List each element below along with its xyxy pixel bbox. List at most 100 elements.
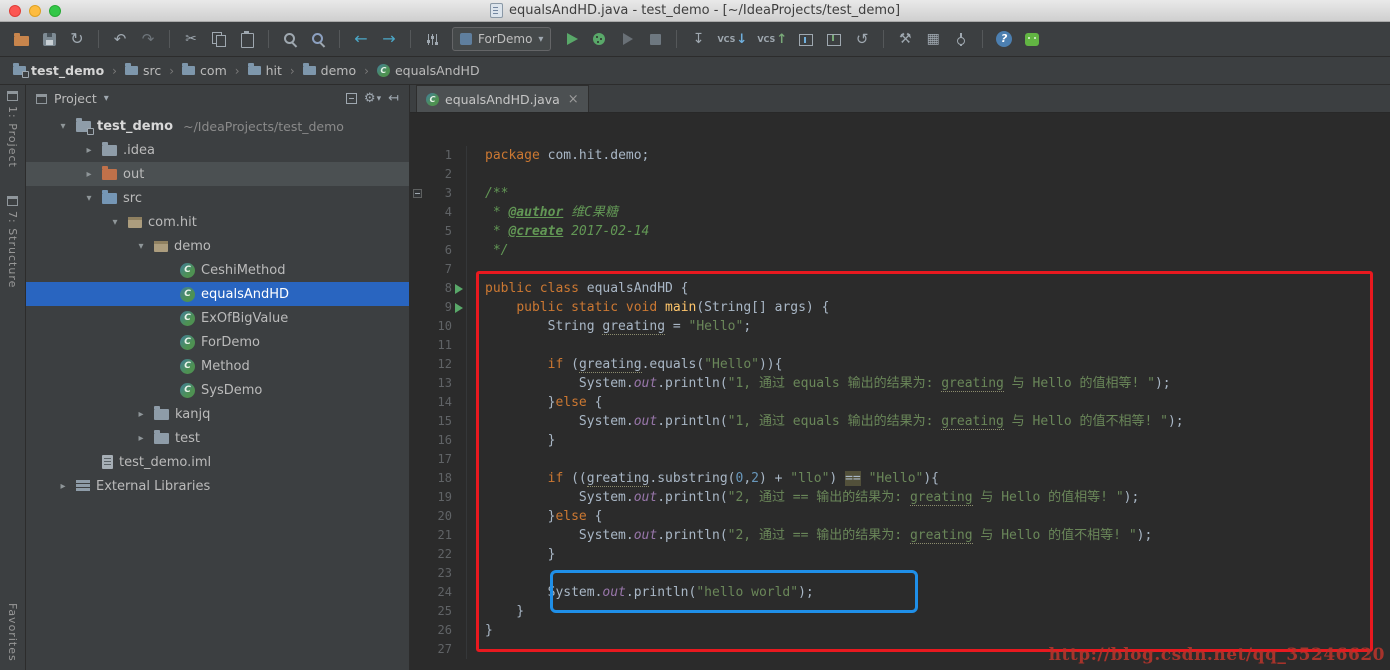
code-text[interactable]: if ((greating.substring(0,2) + "llo") ==… [467, 469, 939, 488]
code-text[interactable]: * @create 2017-02-14 [467, 222, 649, 241]
editor-tab-equalsandhd[interactable]: C equalsAndHD.java × [416, 85, 589, 112]
breadcrumb-item-demo[interactable]: demo [300, 61, 359, 80]
vcs-update-button[interactable]: VCS↓ [713, 26, 751, 52]
gutter-line-number[interactable]: 4 [410, 203, 467, 222]
tree-item-out[interactable]: ▸out [26, 162, 409, 186]
code-text[interactable]: } [467, 431, 555, 450]
rollback-icon[interactable]: ↺ [849, 26, 875, 52]
code-text[interactable]: }else { [467, 507, 602, 526]
gutter-line-number[interactable]: 12 [410, 355, 467, 374]
run-configuration-select[interactable]: ForDemo▾ [452, 27, 551, 51]
debug-button[interactable] [586, 26, 612, 52]
code-text[interactable]: /** [467, 184, 508, 203]
stop-button[interactable] [642, 26, 668, 52]
help-button[interactable]: ? [991, 26, 1017, 52]
code-text[interactable]: if (greating.equals("Hello")){ [467, 355, 782, 374]
tree-item-test-demo[interactable]: ▾test_demo~/IdeaProjects/test_demo [26, 114, 409, 138]
gutter-line-number[interactable]: 25 [410, 602, 467, 621]
gutter-line-number[interactable]: 2 [410, 165, 467, 184]
gutter-line-number[interactable]: 3 [410, 184, 467, 203]
breadcrumb-item-equalsandhd[interactable]: CequalsAndHD [374, 61, 483, 80]
code-text[interactable] [467, 640, 485, 659]
tools-icon[interactable]: ⚒ [892, 26, 918, 52]
gutter-line-number[interactable]: 26 [410, 621, 467, 640]
run-arrow-icon[interactable] [455, 284, 463, 294]
tree-item-exofbigvalue[interactable]: CExOfBigValue [26, 306, 409, 330]
chevron-down-icon[interactable]: ▾ [104, 93, 109, 104]
code-text[interactable]: package com.hit.demo; [467, 146, 649, 165]
fold-marker-icon[interactable] [413, 189, 422, 198]
code-text[interactable] [467, 165, 485, 184]
breadcrumb-item-com[interactable]: com [179, 61, 230, 80]
paste-icon[interactable] [234, 26, 260, 52]
run-arrow-icon[interactable] [455, 303, 463, 313]
cut-icon[interactable]: ✂ [178, 26, 204, 52]
gutter-line-number[interactable]: 1 [410, 146, 467, 165]
code-text[interactable]: System.out.println("1, 通过 equals 输出的结果为:… [467, 374, 1171, 393]
tree-item-demo[interactable]: ▾demo [26, 234, 409, 258]
project-view-selector[interactable]: Project [54, 91, 97, 106]
redo-icon[interactable]: ↷ [135, 26, 161, 52]
data-grid-icon[interactable]: ▦ [920, 26, 946, 52]
gutter-line-number[interactable]: 27 [410, 640, 467, 659]
save-all-icon[interactable] [36, 26, 62, 52]
gutter-line-number[interactable]: 15 [410, 412, 467, 431]
gutter-line-number[interactable]: 18 [410, 469, 467, 488]
code-text[interactable]: } [467, 602, 524, 621]
run-button[interactable] [558, 26, 584, 52]
gutter-line-number[interactable]: 8 [410, 279, 467, 298]
shelve-icon[interactable] [821, 26, 847, 52]
gutter-line-number[interactable]: 23 [410, 564, 467, 583]
settings-gear-icon[interactable]: ⚙▾ [364, 91, 381, 106]
code-text[interactable]: }else { [467, 393, 602, 412]
hide-panel-icon[interactable]: ↤ [388, 91, 399, 106]
code-text[interactable]: System.out.println("1, 通过 equals 输出的结果为:… [467, 412, 1184, 431]
tree-item-kanjq[interactable]: ▸kanjq [26, 402, 409, 426]
code-text[interactable] [467, 450, 485, 469]
breadcrumb-item-src[interactable]: src [122, 61, 164, 80]
gutter-line-number[interactable]: 19 [410, 488, 467, 507]
gutter-line-number[interactable]: 9 [410, 298, 467, 317]
gutter-line-number[interactable]: 16 [410, 431, 467, 450]
code-text[interactable]: public static void main(String[] args) { [467, 298, 829, 317]
undo-icon[interactable]: ↶ [107, 26, 133, 52]
gutter-line-number[interactable]: 11 [410, 336, 467, 355]
gutter-line-number[interactable]: 14 [410, 393, 467, 412]
tree-item-method[interactable]: CMethod [26, 354, 409, 378]
sync-icon[interactable]: ↻ [64, 26, 90, 52]
vcs-commit-button[interactable]: VCS↑ [753, 26, 791, 52]
code-text[interactable] [467, 260, 485, 279]
tree-item-com-hit[interactable]: ▾com.hit [26, 210, 409, 234]
tree-item-external-libraries[interactable]: ▸External Libraries [26, 474, 409, 498]
gutter-line-number[interactable]: 22 [410, 545, 467, 564]
open-file-icon[interactable] [8, 26, 34, 52]
tree-item-sysdemo[interactable]: CSysDemo [26, 378, 409, 402]
back-icon[interactable]: ← [348, 26, 374, 52]
tree-item-test[interactable]: ▸test [26, 426, 409, 450]
tree-item-test-demo-iml[interactable]: test_demo.iml [26, 450, 409, 474]
plugin-icon[interactable] [1019, 26, 1045, 52]
breadcrumb-item-hit[interactable]: hit [245, 61, 285, 80]
annotate-icon[interactable]: ↧ [685, 26, 711, 52]
code-text[interactable]: System.out.println("2, 通过 == 输出的结果为: gre… [467, 488, 1139, 507]
minimize-window-button[interactable] [29, 5, 41, 17]
edit-configurations-icon[interactable] [419, 26, 445, 52]
tool-stripe-1-project[interactable]: 1: Project [6, 91, 19, 168]
tree-item-ceshimethod[interactable]: CCeshiMethod [26, 258, 409, 282]
close-tab-icon[interactable]: × [568, 92, 579, 107]
gutter-line-number[interactable]: 24 [410, 583, 467, 602]
collapse-all-icon[interactable] [346, 93, 357, 104]
code-text[interactable]: System.out.println("hello world"); [467, 583, 814, 602]
code-text[interactable]: */ [467, 241, 508, 260]
gutter-line-number[interactable]: 6 [410, 241, 467, 260]
tree-item-fordemo[interactable]: CForDemo [26, 330, 409, 354]
gutter-line-number[interactable]: 21 [410, 526, 467, 545]
checkout-icon[interactable] [793, 26, 819, 52]
forward-icon[interactable]: → [376, 26, 402, 52]
gutter-line-number[interactable]: 20 [410, 507, 467, 526]
gutter-line-number[interactable]: 17 [410, 450, 467, 469]
tool-stripe-favorites[interactable]: Favorites [6, 603, 19, 662]
gutter-line-number[interactable]: 5 [410, 222, 467, 241]
code-text[interactable]: * @author 维C果糖 [467, 203, 618, 222]
tree-item-equalsandhd[interactable]: CequalsAndHD [26, 282, 409, 306]
